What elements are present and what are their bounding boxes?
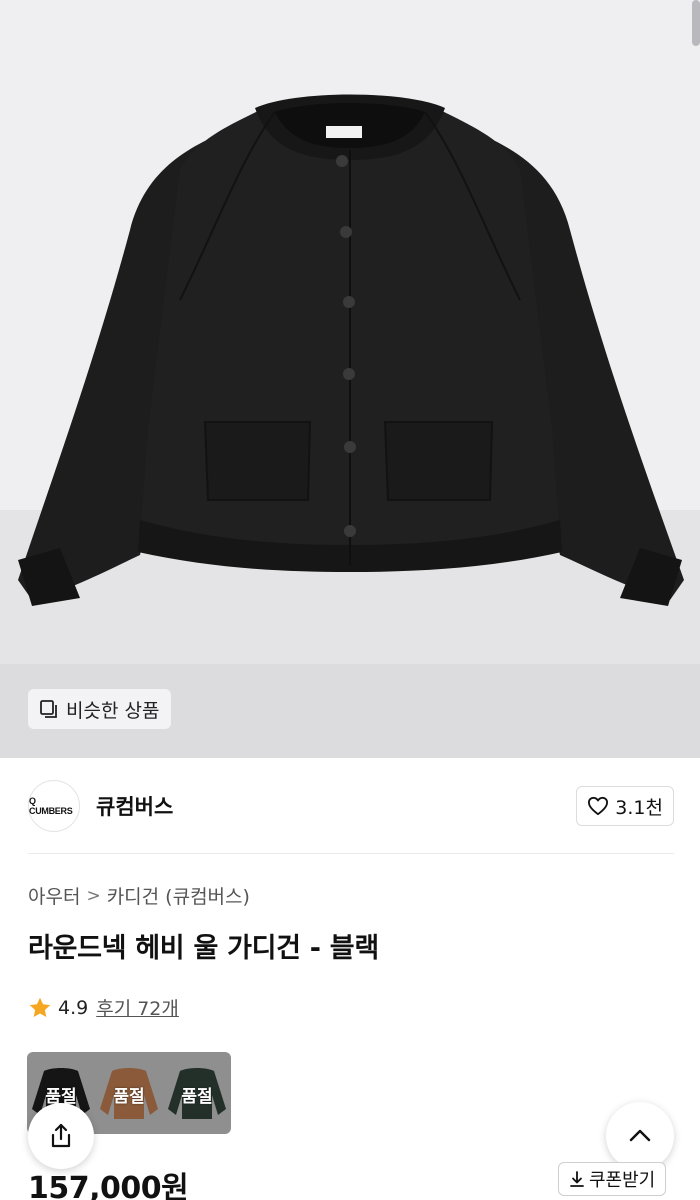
- star-icon: [29, 997, 51, 1017]
- similar-products-label: 비슷한 상품: [66, 699, 160, 722]
- scroll-to-top-button[interactable]: [606, 1102, 674, 1170]
- share-button[interactable]: [28, 1103, 94, 1169]
- download-icon: [570, 1171, 584, 1187]
- cardigan-image: [18, 94, 684, 606]
- like-count: 3.1천: [615, 796, 663, 819]
- product-image[interactable]: [0, 0, 700, 758]
- product-title: 라운드넥 헤비 울 가디건 - 블랙: [28, 933, 379, 964]
- share-icon: [51, 1123, 71, 1148]
- brand-logo[interactable]: Q CUMBERS: [28, 780, 80, 832]
- color-option-green[interactable]: 품절: [163, 1052, 231, 1134]
- divider: [28, 853, 674, 854]
- like-button[interactable]: 3.1천: [576, 786, 674, 826]
- similar-products-button[interactable]: 비슷한 상품: [28, 689, 172, 729]
- breadcrumb-subcategory[interactable]: 카디건 (큐컴버스): [107, 882, 250, 909]
- breadcrumb-separator: >: [86, 885, 101, 906]
- chevron-up-icon: [629, 1129, 651, 1142]
- copy-stack-icon: [40, 700, 57, 718]
- rating: 4.9 후기 72개: [28, 994, 179, 1021]
- breadcrumb: 아우터 > 카디건 (큐컴버스): [28, 882, 250, 909]
- breadcrumb-category[interactable]: 아우터: [28, 882, 80, 909]
- coupon-button[interactable]: 쿠폰받기: [558, 1162, 667, 1196]
- soldout-badge: 품절: [181, 1087, 213, 1107]
- color-option-brown[interactable]: 품절: [95, 1052, 163, 1134]
- heart-icon: [588, 796, 609, 816]
- brand-row: Q CUMBERS 큐컴버스 3.1천: [28, 778, 674, 834]
- reviews-link[interactable]: 후기 72개: [96, 994, 179, 1021]
- scrollbar-thumb[interactable]: [692, 0, 700, 46]
- price: 157,000원: [28, 1171, 189, 1200]
- brand-logo-text: Q CUMBERS: [29, 796, 73, 816]
- rating-score: 4.9: [58, 996, 89, 1019]
- coupon-label: 쿠폰받기: [589, 1170, 656, 1191]
- soldout-badge: 품절: [113, 1087, 145, 1107]
- brand-name[interactable]: 큐컴버스: [96, 791, 173, 821]
